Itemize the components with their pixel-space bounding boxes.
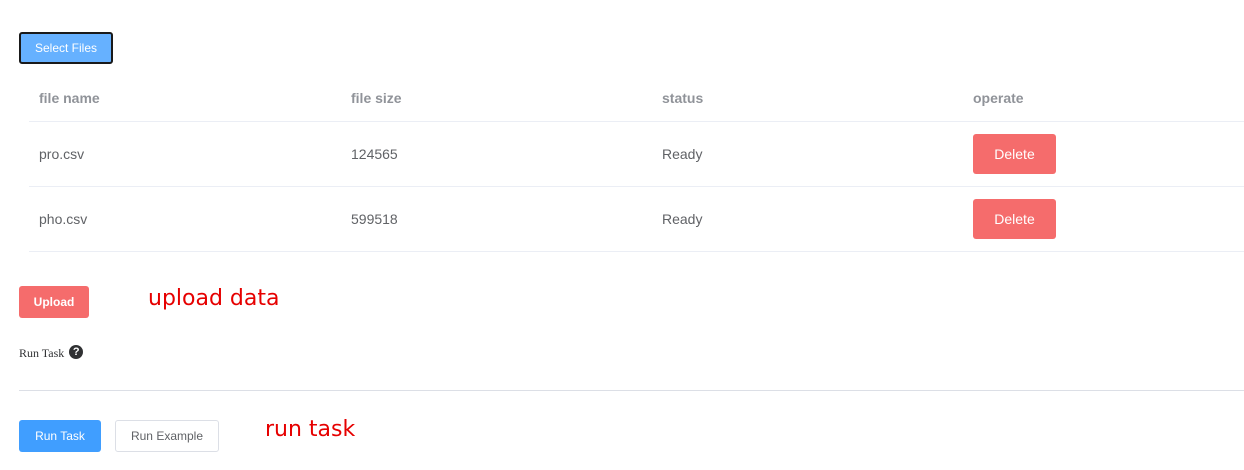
section-divider bbox=[19, 390, 1244, 391]
upload-button[interactable]: Upload bbox=[19, 286, 89, 318]
operate-cell: Delete bbox=[963, 121, 1244, 187]
run-example-button[interactable]: Run Example bbox=[115, 420, 219, 452]
file-table-header: file name file size status operate bbox=[29, 74, 1244, 122]
run-task-button[interactable]: Run Task bbox=[19, 420, 101, 452]
run-task-label-text: Run Task bbox=[19, 346, 65, 360]
question-circle-icon[interactable]: ? bbox=[69, 344, 84, 359]
column-header-file-size: file size bbox=[341, 74, 652, 122]
table-row: pro.csv 124565 Ready Delete bbox=[29, 121, 1244, 187]
upload-data-annotation: upload data bbox=[148, 286, 280, 311]
column-header-status: status bbox=[652, 74, 963, 122]
operate-cell: Delete bbox=[963, 186, 1244, 252]
delete-button[interactable]: Delete bbox=[973, 199, 1056, 239]
file-status-cell: Ready bbox=[652, 186, 963, 252]
file-size-cell: 124565 bbox=[341, 121, 652, 187]
column-header-operate: operate bbox=[963, 74, 1244, 122]
delete-button[interactable]: Delete bbox=[973, 134, 1056, 174]
file-name-cell: pho.csv bbox=[29, 186, 341, 252]
file-table: file name file size status operate pro.c… bbox=[29, 74, 1244, 252]
file-status-cell: Ready bbox=[652, 121, 963, 187]
file-name-cell: pro.csv bbox=[29, 121, 341, 187]
run-task-annotation: run task bbox=[265, 417, 356, 442]
column-header-file-name: file name bbox=[29, 74, 341, 122]
file-size-cell: 599518 bbox=[341, 186, 652, 252]
table-row: pho.csv 599518 Ready Delete bbox=[29, 186, 1244, 252]
run-task-section-label: Run Task ? bbox=[19, 344, 84, 361]
select-files-button[interactable]: Select Files bbox=[19, 32, 113, 64]
